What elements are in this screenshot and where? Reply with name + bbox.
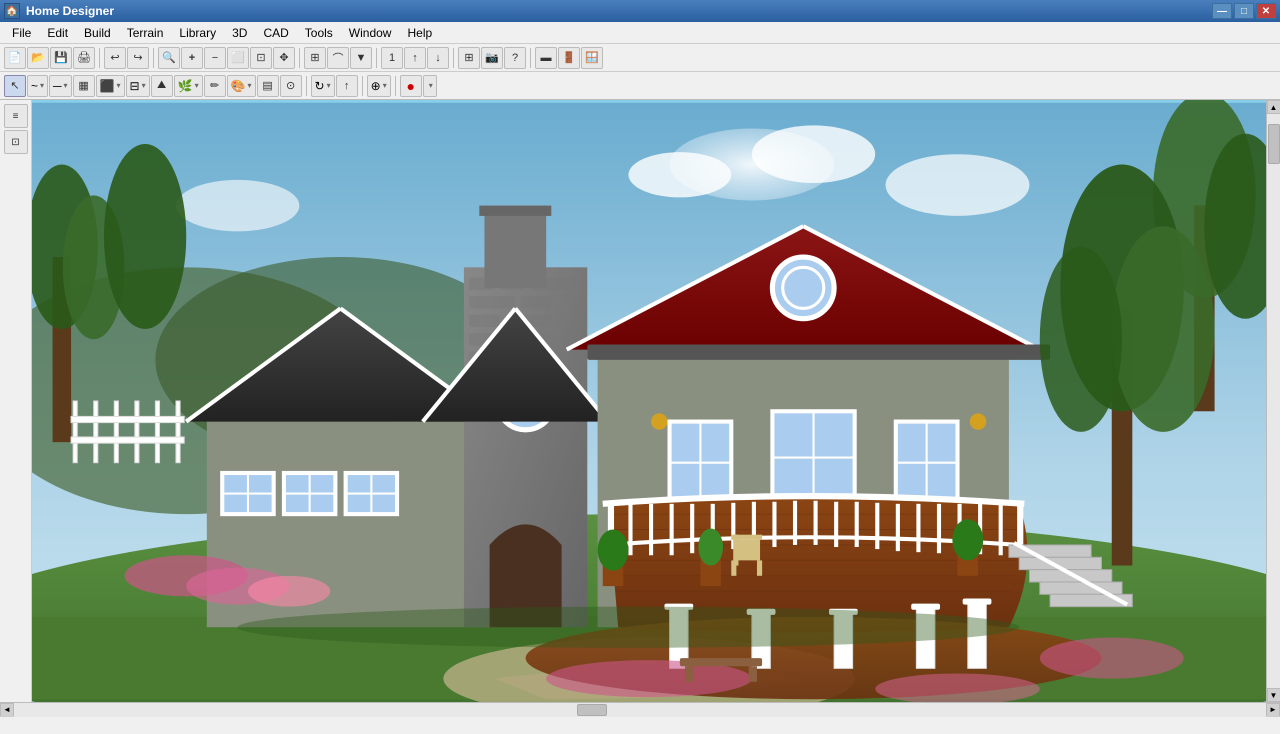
- scrollbar-vertical[interactable]: ▲ ▼: [1266, 100, 1280, 702]
- sep-4: [376, 48, 377, 68]
- material-button[interactable]: ⊙: [280, 75, 302, 97]
- door-button[interactable]: 🚪: [558, 47, 580, 69]
- sep-3: [299, 48, 300, 68]
- menu-tools[interactable]: Tools: [297, 24, 341, 42]
- terrain-button[interactable]: ⛰: [151, 75, 173, 97]
- color-dropdown[interactable]: 🎨▾: [227, 75, 256, 97]
- scroll-down-button[interactable]: ▼: [1267, 688, 1280, 702]
- left-tool-2[interactable]: ⊡: [4, 130, 28, 154]
- measure-button[interactable]: 1: [381, 47, 403, 69]
- menu-help[interactable]: Help: [399, 24, 440, 42]
- wall-button[interactable]: ▬: [535, 47, 557, 69]
- open-button[interactable]: 📂: [27, 47, 49, 69]
- maximize-button[interactable]: □: [1234, 3, 1254, 19]
- scrollbar-horizontal[interactable]: ◄ ►: [0, 702, 1280, 716]
- spline-dropdown[interactable]: ~▾: [27, 75, 48, 97]
- close-button[interactable]: ✕: [1256, 3, 1276, 19]
- house-scene: [32, 100, 1266, 702]
- canvas-area[interactable]: [32, 100, 1266, 702]
- new-button[interactable]: 📄: [4, 47, 26, 69]
- sep-t2: [362, 76, 363, 96]
- plant-dropdown[interactable]: 🌿▾: [174, 75, 203, 97]
- rotate-dropdown[interactable]: ↻▾: [311, 75, 335, 97]
- scroll-thumb-horizontal[interactable]: [577, 704, 607, 716]
- menu-edit[interactable]: Edit: [39, 24, 76, 42]
- save-button[interactable]: 💾: [50, 47, 72, 69]
- scroll-thumb-vertical[interactable]: [1268, 124, 1280, 164]
- record-dropdown[interactable]: ▾: [423, 75, 437, 97]
- texture-button[interactable]: ▤: [257, 75, 279, 97]
- print-button[interactable]: 🖨: [73, 47, 95, 69]
- sep-2: [153, 48, 154, 68]
- menu-window[interactable]: Window: [341, 24, 400, 42]
- scroll-right-button[interactable]: ►: [1266, 703, 1280, 717]
- sep-5: [453, 48, 454, 68]
- line-style-dropdown[interactable]: ─▾: [49, 75, 72, 97]
- main-area: ≡ ⊡: [0, 100, 1280, 702]
- arrow-down-button[interactable]: ↓: [427, 47, 449, 69]
- scroll-track-horizontal[interactable]: [14, 703, 1266, 717]
- arc-button[interactable]: ⌒: [327, 47, 349, 69]
- window-button[interactable]: 🪟: [581, 47, 603, 69]
- menu-3d[interactable]: 3D: [224, 24, 255, 42]
- fill-button[interactable]: ▦: [73, 75, 95, 97]
- scroll-track-vertical[interactable]: [1267, 114, 1280, 688]
- zoom-in-button[interactable]: +: [181, 47, 203, 69]
- sep-t1: [306, 76, 307, 96]
- left-panel: ≡ ⊡: [0, 100, 32, 702]
- menu-cad[interactable]: CAD: [255, 24, 296, 42]
- select-button[interactable]: ⬜: [227, 47, 249, 69]
- menu-bar: File Edit Build Terrain Library 3D CAD T…: [0, 22, 1280, 44]
- toolbar-2: ↖ ~▾ ─▾ ▦ ⬛▾ ⊟▾ ⛰ 🌿▾ ✏ 🎨▾ ▤ ⊙ ↻▾ ↑ ⊕▾ ● …: [0, 72, 1280, 100]
- undo-button[interactable]: ↩: [104, 47, 126, 69]
- move-up-button[interactable]: ↑: [336, 75, 358, 97]
- pointer-button[interactable]: ↖: [4, 75, 26, 97]
- select-all-button[interactable]: ⊡: [250, 47, 272, 69]
- zoom-out-button[interactable]: −: [204, 47, 226, 69]
- left-tool-1[interactable]: ≡: [4, 104, 28, 128]
- menu-build[interactable]: Build: [76, 24, 119, 42]
- app-title: Home Designer: [26, 4, 1212, 18]
- find-button[interactable]: 🔍: [158, 47, 180, 69]
- snap-dropdown[interactable]: ⊕▾: [367, 75, 391, 97]
- record-button[interactable]: ●: [400, 75, 422, 97]
- title-bar: 🏠 Home Designer — □ ✕: [0, 0, 1280, 22]
- add-button[interactable]: ⊞: [304, 47, 326, 69]
- 3d-button[interactable]: ⊞: [458, 47, 480, 69]
- menu-terrain[interactable]: Terrain: [119, 24, 172, 42]
- status-bar: [0, 716, 1280, 734]
- arrow-up-button[interactable]: ↑: [404, 47, 426, 69]
- sep-6: [530, 48, 531, 68]
- scroll-left-button[interactable]: ◄: [0, 703, 14, 717]
- structure-dropdown[interactable]: ⊟▾: [126, 75, 150, 97]
- sep-t3: [395, 76, 396, 96]
- menu-file[interactable]: File: [4, 24, 39, 42]
- object-dropdown[interactable]: ⬛▾: [96, 75, 125, 97]
- help-button[interactable]: ?: [504, 47, 526, 69]
- minimize-button[interactable]: —: [1212, 3, 1232, 19]
- app-icon: 🏠: [4, 3, 20, 19]
- scroll-up-button[interactable]: ▲: [1267, 100, 1280, 114]
- sep-1: [99, 48, 100, 68]
- pan-button[interactable]: ✥: [273, 47, 295, 69]
- toolbar-1: 📄 📂 💾 🖨 ↩ ↪ 🔍 + − ⬜ ⊡ ✥ ⊞ ⌒ ▼ 1 ↑ ↓ ⊞ 📷 …: [0, 44, 1280, 72]
- menu-library[interactable]: Library: [171, 24, 224, 42]
- window-controls: — □ ✕: [1212, 3, 1276, 19]
- camera-button[interactable]: 📷: [481, 47, 503, 69]
- redo-button[interactable]: ↪: [127, 47, 149, 69]
- down-button[interactable]: ▼: [350, 47, 372, 69]
- pencil-button[interactable]: ✏: [204, 75, 226, 97]
